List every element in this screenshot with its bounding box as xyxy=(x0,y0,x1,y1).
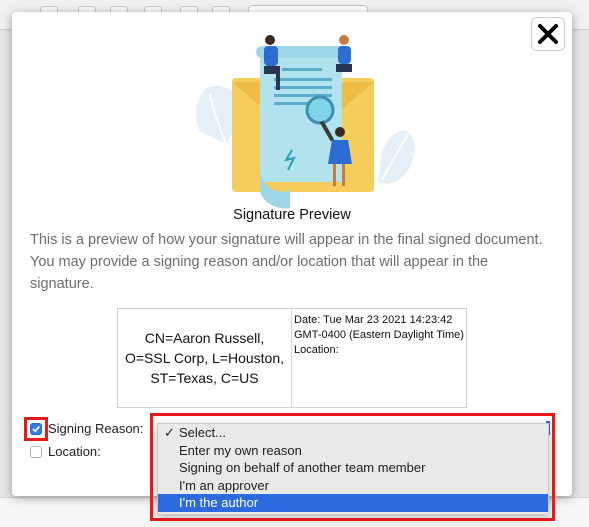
subject-line: CN=Aaron Russell, xyxy=(144,330,265,346)
close-button[interactable] xyxy=(531,17,565,51)
dialog-description: This is a preview of how your signature … xyxy=(30,232,543,292)
signing-illustration xyxy=(196,35,415,209)
checkbox-highlight-annotation xyxy=(24,417,48,441)
signature-location: Location: xyxy=(294,344,339,356)
signature-date: Date: Tue Mar 23 2021 14:23:42 GMT-0400 … xyxy=(294,314,464,341)
location-checkbox[interactable] xyxy=(30,446,42,458)
dialog-title: Signature Preview xyxy=(233,207,351,223)
dropdown-highlight-annotation xyxy=(150,413,555,521)
signature-preview-box: CN=Aaron Russell, O=SSL Corp, L=Houston,… xyxy=(117,308,467,408)
signing-reason-label: Signing Reason: xyxy=(48,421,144,436)
subject-line: ST=Texas, C=US xyxy=(150,370,259,386)
subject-line: O=SSL Corp, L=Houston, xyxy=(124,350,285,366)
signature-subject: CN=Aaron Russell, O=SSL Corp, L=Houston,… xyxy=(118,309,292,407)
signature-details: Date: Tue Mar 23 2021 14:23:42 GMT-0400 … xyxy=(294,313,466,358)
close-icon xyxy=(538,24,558,44)
location-label: Location: xyxy=(48,444,101,459)
